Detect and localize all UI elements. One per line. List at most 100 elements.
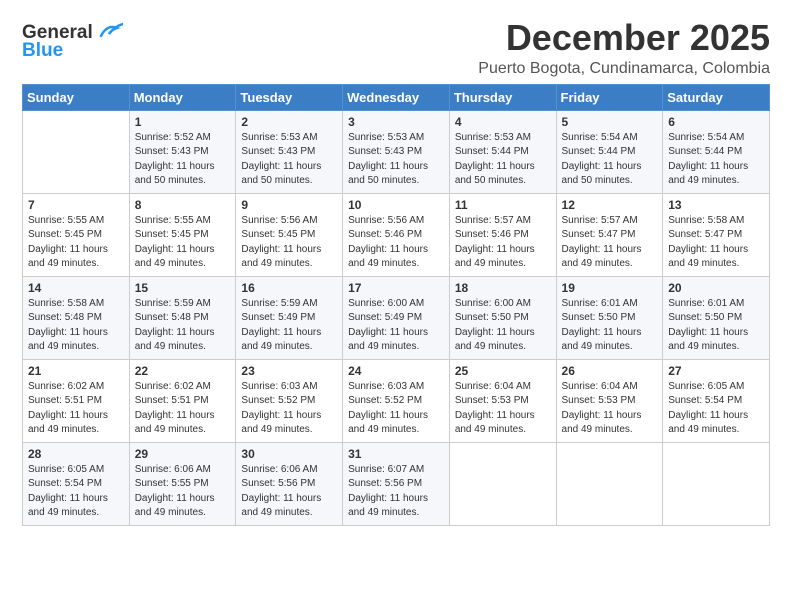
day-number: 12 xyxy=(562,198,658,212)
day-info: Sunrise: 6:05 AM Sunset: 5:54 PM Dayligh… xyxy=(28,463,124,521)
day-info: Sunrise: 5:53 AM Sunset: 5:43 PM Dayligh… xyxy=(348,131,444,189)
page: General Blue December 2025 Puerto Bogota… xyxy=(0,0,792,612)
day-number: 10 xyxy=(348,198,444,212)
calendar-cell xyxy=(663,442,770,525)
calendar-cell: 26Sunrise: 6:04 AM Sunset: 5:53 PM Dayli… xyxy=(556,359,663,442)
day-number: 22 xyxy=(135,364,231,378)
calendar-week-row: 28Sunrise: 6:05 AM Sunset: 5:54 PM Dayli… xyxy=(23,442,770,525)
day-info: Sunrise: 6:02 AM Sunset: 5:51 PM Dayligh… xyxy=(28,380,124,438)
day-info: Sunrise: 5:55 AM Sunset: 5:45 PM Dayligh… xyxy=(135,214,231,272)
calendar-cell: 18Sunrise: 6:00 AM Sunset: 5:50 PM Dayli… xyxy=(449,276,556,359)
day-number: 1 xyxy=(135,115,231,129)
calendar-week-row: 21 Sunrise: 6:02 AM Sunset: 5:51 PM Dayli… xyxy=(23,359,770,442)
day-info: Sunrise: 5:56 AM Sunset: 5:45 PM Dayligh… xyxy=(241,214,337,272)
day-number: 15 xyxy=(135,281,231,295)
calendar-cell: 25 Sunrise: 6:04 AM Sunset: 5:53 PM Dayli… xyxy=(449,359,556,442)
day-number: 3 xyxy=(348,115,444,129)
day-info: Sunrise: 5:57 AM Sunset: 5:46 PM Dayligh… xyxy=(455,214,551,272)
calendar-cell: 1 Sunrise: 5:52 AM Sunset: 5:43 PM Daylig… xyxy=(129,110,236,193)
calendar-cell: 17Sunrise: 6:00 AM Sunset: 5:49 PM Dayli… xyxy=(343,276,450,359)
header-wednesday: Wednesday xyxy=(343,84,450,110)
day-number: 7 xyxy=(28,198,124,212)
day-info: Sunrise: 6:04 AM Sunset: 5:53 PM Dayligh… xyxy=(455,380,551,438)
day-number: 11 xyxy=(455,198,551,212)
calendar-cell: 23 Sunrise: 6:03 AM Sunset: 5:52 PM Dayli… xyxy=(236,359,343,442)
calendar-cell xyxy=(556,442,663,525)
day-number: 14 xyxy=(28,281,124,295)
calendar-week-row: 14 Sunrise: 5:58 AM Sunset: 5:48 PM Dayli… xyxy=(23,276,770,359)
day-info: Sunrise: 5:58 AM Sunset: 5:48 PM Dayligh… xyxy=(28,297,124,355)
calendar-cell: 28Sunrise: 6:05 AM Sunset: 5:54 PM Dayli… xyxy=(23,442,130,525)
subtitle: Puerto Bogota, Cundinamarca, Colombia xyxy=(478,60,770,78)
day-number: 27 xyxy=(668,364,764,378)
day-info: Sunrise: 5:54 AM Sunset: 5:44 PM Dayligh… xyxy=(562,131,658,189)
day-info: Sunrise: 5:55 AM Sunset: 5:45 PM Dayligh… xyxy=(28,214,124,272)
calendar-table: Sunday Monday Tuesday Wednesday Thursday… xyxy=(22,84,770,526)
calendar-cell: 11 Sunrise: 5:57 AM Sunset: 5:46 PM Dayli… xyxy=(449,193,556,276)
day-number: 8 xyxy=(135,198,231,212)
calendar-cell: 7 Sunrise: 5:55 AM Sunset: 5:45 PM Daylig… xyxy=(23,193,130,276)
day-number: 25 xyxy=(455,364,551,378)
calendar-cell: 27 Sunrise: 6:05 AM Sunset: 5:54 PM Dayli… xyxy=(663,359,770,442)
day-info: Sunrise: 6:06 AM Sunset: 5:55 PM Dayligh… xyxy=(135,463,231,521)
day-info: Sunrise: 5:54 AM Sunset: 5:44 PM Dayligh… xyxy=(668,131,764,189)
calendar-cell: 10 Sunrise: 5:56 AM Sunset: 5:46 PM Dayli… xyxy=(343,193,450,276)
day-info: Sunrise: 6:03 AM Sunset: 5:52 PM Dayligh… xyxy=(241,380,337,438)
day-info: Sunrise: 5:52 AM Sunset: 5:43 PM Dayligh… xyxy=(135,131,231,189)
calendar-cell: 20Sunrise: 6:01 AM Sunset: 5:50 PM Dayli… xyxy=(663,276,770,359)
day-info: Sunrise: 6:06 AM Sunset: 5:56 PM Dayligh… xyxy=(241,463,337,521)
day-number: 6 xyxy=(668,115,764,129)
title-block: December 2025 Puerto Bogota, Cundinamarc… xyxy=(478,18,770,78)
day-info: Sunrise: 5:57 AM Sunset: 5:47 PM Dayligh… xyxy=(562,214,658,272)
day-info: Sunrise: 6:03 AM Sunset: 5:52 PM Dayligh… xyxy=(348,380,444,438)
day-number: 19 xyxy=(562,281,658,295)
calendar-cell: 5 Sunrise: 5:54 AM Sunset: 5:44 PM Daylig… xyxy=(556,110,663,193)
calendar-cell xyxy=(23,110,130,193)
day-number: 24 xyxy=(348,364,444,378)
day-number: 26 xyxy=(562,364,658,378)
calendar-cell: 22 Sunrise: 6:02 AM Sunset: 5:51 PM Dayli… xyxy=(129,359,236,442)
calendar-cell: 4Sunrise: 5:53 AM Sunset: 5:44 PM Daylig… xyxy=(449,110,556,193)
header-row: General Blue December 2025 Puerto Bogota… xyxy=(22,18,770,78)
day-number: 29 xyxy=(135,447,231,461)
logo-bird-icon xyxy=(97,22,123,40)
calendar-cell: 30Sunrise: 6:06 AM Sunset: 5:56 PM Dayli… xyxy=(236,442,343,525)
calendar-cell: 3 Sunrise: 5:53 AM Sunset: 5:43 PM Daylig… xyxy=(343,110,450,193)
calendar-week-row: 7 Sunrise: 5:55 AM Sunset: 5:45 PM Daylig… xyxy=(23,193,770,276)
header-thursday: Thursday xyxy=(449,84,556,110)
day-number: 31 xyxy=(348,447,444,461)
calendar-cell: 14 Sunrise: 5:58 AM Sunset: 5:48 PM Dayli… xyxy=(23,276,130,359)
day-info: Sunrise: 6:00 AM Sunset: 5:49 PM Dayligh… xyxy=(348,297,444,355)
calendar-cell: 21 Sunrise: 6:02 AM Sunset: 5:51 PM Dayli… xyxy=(23,359,130,442)
header-saturday: Saturday xyxy=(663,84,770,110)
day-info: Sunrise: 6:00 AM Sunset: 5:50 PM Dayligh… xyxy=(455,297,551,355)
calendar-cell xyxy=(449,442,556,525)
calendar-cell: 9 Sunrise: 5:56 AM Sunset: 5:45 PM Daylig… xyxy=(236,193,343,276)
day-info: Sunrise: 5:53 AM Sunset: 5:44 PM Dayligh… xyxy=(455,131,551,189)
day-info: Sunrise: 5:59 AM Sunset: 5:48 PM Dayligh… xyxy=(135,297,231,355)
day-number: 5 xyxy=(562,115,658,129)
day-info: Sunrise: 5:58 AM Sunset: 5:47 PM Dayligh… xyxy=(668,214,764,272)
calendar-cell: 19 Sunrise: 6:01 AM Sunset: 5:50 PM Dayli… xyxy=(556,276,663,359)
calendar-cell: 2 Sunrise: 5:53 AM Sunset: 5:43 PM Daylig… xyxy=(236,110,343,193)
day-number: 2 xyxy=(241,115,337,129)
calendar-cell: 24 Sunrise: 6:03 AM Sunset: 5:52 PM Dayli… xyxy=(343,359,450,442)
logo-text-blue: Blue xyxy=(22,40,63,62)
day-number: 23 xyxy=(241,364,337,378)
calendar-header-row: Sunday Monday Tuesday Wednesday Thursday… xyxy=(23,84,770,110)
day-number: 16 xyxy=(241,281,337,295)
calendar-week-row: 1 Sunrise: 5:52 AM Sunset: 5:43 PM Daylig… xyxy=(23,110,770,193)
calendar-cell: 29 Sunrise: 6:06 AM Sunset: 5:55 PM Dayli… xyxy=(129,442,236,525)
day-number: 9 xyxy=(241,198,337,212)
header-monday: Monday xyxy=(129,84,236,110)
header-tuesday: Tuesday xyxy=(236,84,343,110)
day-info: Sunrise: 5:53 AM Sunset: 5:43 PM Dayligh… xyxy=(241,131,337,189)
day-info: Sunrise: 6:02 AM Sunset: 5:51 PM Dayligh… xyxy=(135,380,231,438)
day-info: Sunrise: 5:56 AM Sunset: 5:46 PM Dayligh… xyxy=(348,214,444,272)
day-number: 20 xyxy=(668,281,764,295)
day-number: 21 xyxy=(28,364,124,378)
day-info: Sunrise: 6:05 AM Sunset: 5:54 PM Dayligh… xyxy=(668,380,764,438)
main-title: December 2025 xyxy=(478,18,770,58)
calendar-cell: 8 Sunrise: 5:55 AM Sunset: 5:45 PM Daylig… xyxy=(129,193,236,276)
day-info: Sunrise: 6:01 AM Sunset: 5:50 PM Dayligh… xyxy=(562,297,658,355)
